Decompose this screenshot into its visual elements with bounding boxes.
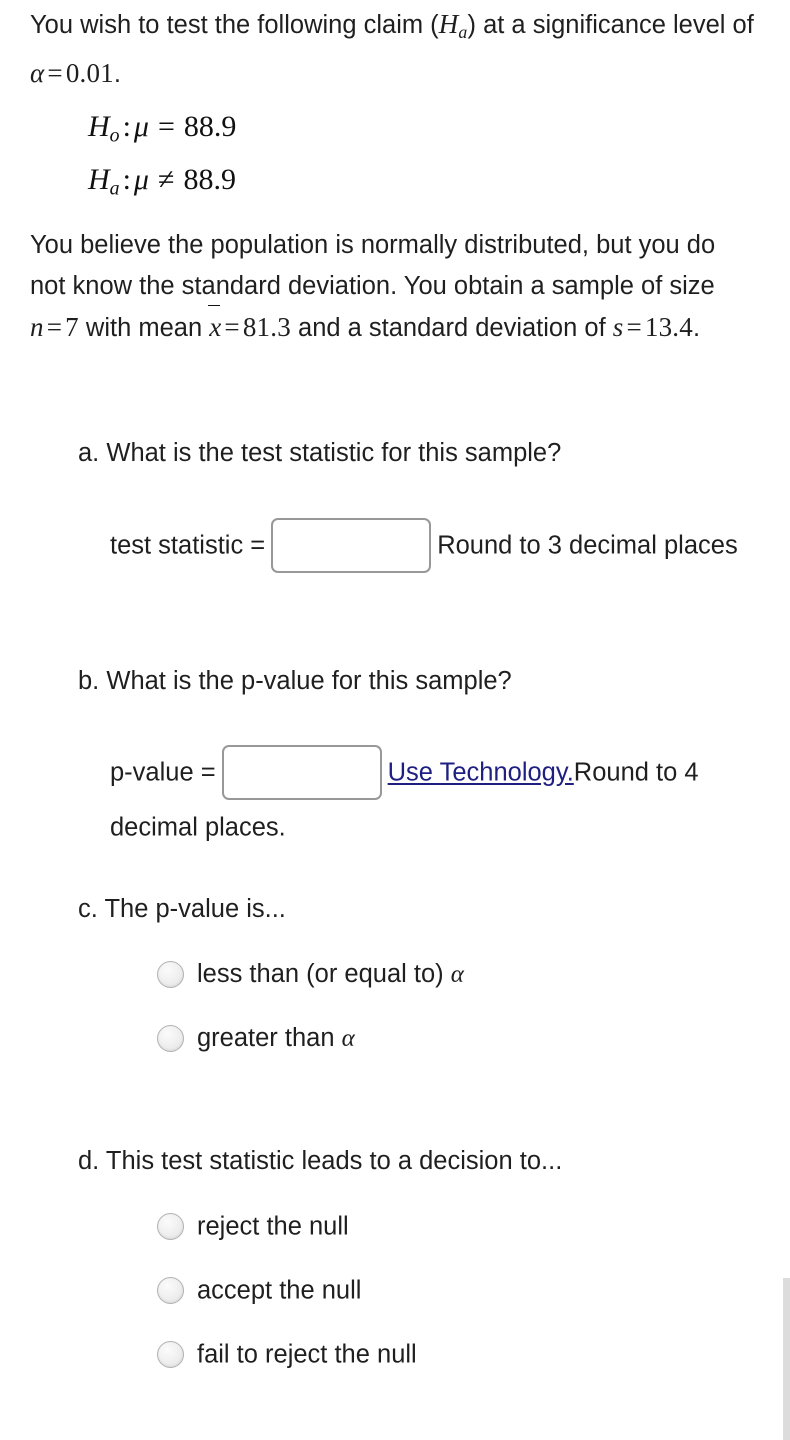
alpha-icon: α bbox=[450, 960, 464, 988]
intro-period: . bbox=[113, 59, 121, 88]
alt-operator: ≠ bbox=[157, 162, 175, 196]
intro-text-tail: ) at a significance level of bbox=[467, 11, 754, 39]
s-value: 13.4 bbox=[644, 312, 693, 342]
n-expression: n = 7 bbox=[30, 312, 79, 342]
question-d-marker: d. bbox=[78, 1147, 100, 1175]
option-d-fail-to-reject-label: fail to reject the null bbox=[197, 1340, 417, 1369]
xbar-symbol: x bbox=[208, 305, 221, 348]
xbar-equals: = bbox=[224, 312, 240, 342]
claim-symbol: Ha bbox=[438, 9, 468, 42]
option-c-less-than[interactable]: less than (or equal to) α bbox=[157, 953, 757, 993]
alpha-symbol: α bbox=[30, 57, 45, 88]
claim-h: H bbox=[438, 9, 459, 39]
test-statistic-label: test statistic = bbox=[110, 531, 266, 560]
use-technology-link[interactable]: Use Technology. bbox=[388, 759, 574, 787]
xbar-expression: x = 81.3 bbox=[208, 305, 291, 342]
alt-h: H bbox=[88, 162, 110, 196]
null-hypothesis-line: Ho: μ = 88.9 bbox=[88, 105, 236, 158]
s-equals: = bbox=[626, 312, 642, 342]
test-statistic-input[interactable] bbox=[271, 518, 432, 573]
question-d-text: This test statistic leads to a decision … bbox=[105, 1147, 563, 1175]
option-d-fail-to-reject[interactable]: fail to reject the null bbox=[157, 1333, 757, 1373]
answer-row-a: test statistic = Round to 3 decimal place… bbox=[110, 518, 770, 573]
question-b-marker: b. bbox=[78, 667, 100, 695]
alt-subscript: a bbox=[109, 177, 120, 200]
option-d-accept-label: accept the null bbox=[197, 1276, 362, 1305]
null-h: H bbox=[88, 110, 110, 143]
radio-button-icon[interactable] bbox=[157, 1276, 184, 1304]
question-a-marker: a. bbox=[78, 439, 100, 467]
question-c: c. The p-value is... bbox=[78, 889, 768, 930]
body-period: . bbox=[692, 314, 701, 342]
alpha-equals: = bbox=[47, 57, 63, 88]
n-equals: = bbox=[46, 312, 63, 342]
null-colon: : bbox=[122, 110, 131, 143]
question-d: d. This test statistic leads to a decisi… bbox=[78, 1141, 768, 1182]
s-symbol: s bbox=[612, 312, 624, 342]
alpha-value: 0.01 bbox=[65, 57, 114, 88]
claim-subscript: a bbox=[458, 21, 468, 42]
alt-value: 88.9 bbox=[183, 162, 236, 196]
xbar-value: 81.3 bbox=[242, 312, 291, 342]
p-value-input[interactable] bbox=[221, 745, 382, 800]
hypotheses-block: Ho: μ = 88.9 Ha: μ ≠ 88.9 bbox=[88, 105, 236, 210]
question-a-text: What is the test statistic for this samp… bbox=[106, 439, 562, 467]
null-value: 88.9 bbox=[183, 110, 237, 143]
option-d-accept[interactable]: accept the null bbox=[157, 1269, 757, 1309]
alpha-expression: α = 0.01 bbox=[30, 58, 114, 88]
radio-button-icon[interactable] bbox=[157, 1212, 184, 1240]
answer-row-b: p-value = Use Technology.Round to 4 decim… bbox=[110, 745, 770, 853]
question-b: b. What is the p-value for this sample? bbox=[78, 661, 768, 702]
scrollbar-thumb[interactable] bbox=[783, 1278, 790, 1440]
option-c-greater-than[interactable]: greater than α bbox=[157, 1017, 757, 1057]
question-b-text: What is the p-value for this sample? bbox=[106, 667, 512, 695]
radio-button-icon[interactable] bbox=[157, 1340, 184, 1368]
vertical-scrollbar[interactable] bbox=[783, 1278, 790, 1440]
question-c-text: The p-value is... bbox=[104, 895, 286, 923]
intro-paragraph: You wish to test the following claim (Ha… bbox=[30, 4, 756, 95]
body-text-1: You believe the population is normally d… bbox=[30, 231, 716, 300]
option-d-reject-label: reject the null bbox=[197, 1212, 349, 1241]
question-c-marker: c. bbox=[78, 895, 98, 923]
intro-text-lead: You wish to test the following claim ( bbox=[30, 11, 439, 39]
s-expression: s = 13.4 bbox=[613, 312, 693, 342]
body-text-3: and a standard deviation of bbox=[290, 314, 613, 342]
option-d-reject[interactable]: reject the null bbox=[157, 1205, 757, 1245]
question-a: a. What is the test statistic for this s… bbox=[78, 433, 768, 474]
option-c-greater-than-label: greater than α bbox=[197, 1023, 355, 1052]
alt-colon: : bbox=[122, 162, 131, 196]
n-symbol: n bbox=[30, 312, 44, 342]
test-statistic-hint: Round to 3 decimal places bbox=[437, 531, 738, 560]
null-operator: = bbox=[157, 110, 175, 143]
null-mu: μ bbox=[133, 110, 149, 143]
p-value-label: p-value = bbox=[110, 758, 216, 787]
null-subscript: o bbox=[109, 124, 120, 147]
worksheet-page: You wish to test the following claim (Ha… bbox=[0, 0, 790, 1440]
sample-description-paragraph: You believe the population is normally d… bbox=[30, 225, 756, 349]
alt-hypothesis-line: Ha: μ ≠ 88.9 bbox=[88, 158, 236, 211]
body-text-2: with mean bbox=[78, 314, 210, 342]
alt-mu: μ bbox=[133, 162, 149, 196]
radio-button-icon[interactable] bbox=[157, 960, 184, 988]
option-c-less-than-label: less than (or equal to) α bbox=[197, 959, 464, 988]
alpha-icon: α bbox=[341, 1024, 355, 1052]
radio-button-icon[interactable] bbox=[157, 1024, 184, 1052]
n-value: 7 bbox=[65, 312, 79, 342]
